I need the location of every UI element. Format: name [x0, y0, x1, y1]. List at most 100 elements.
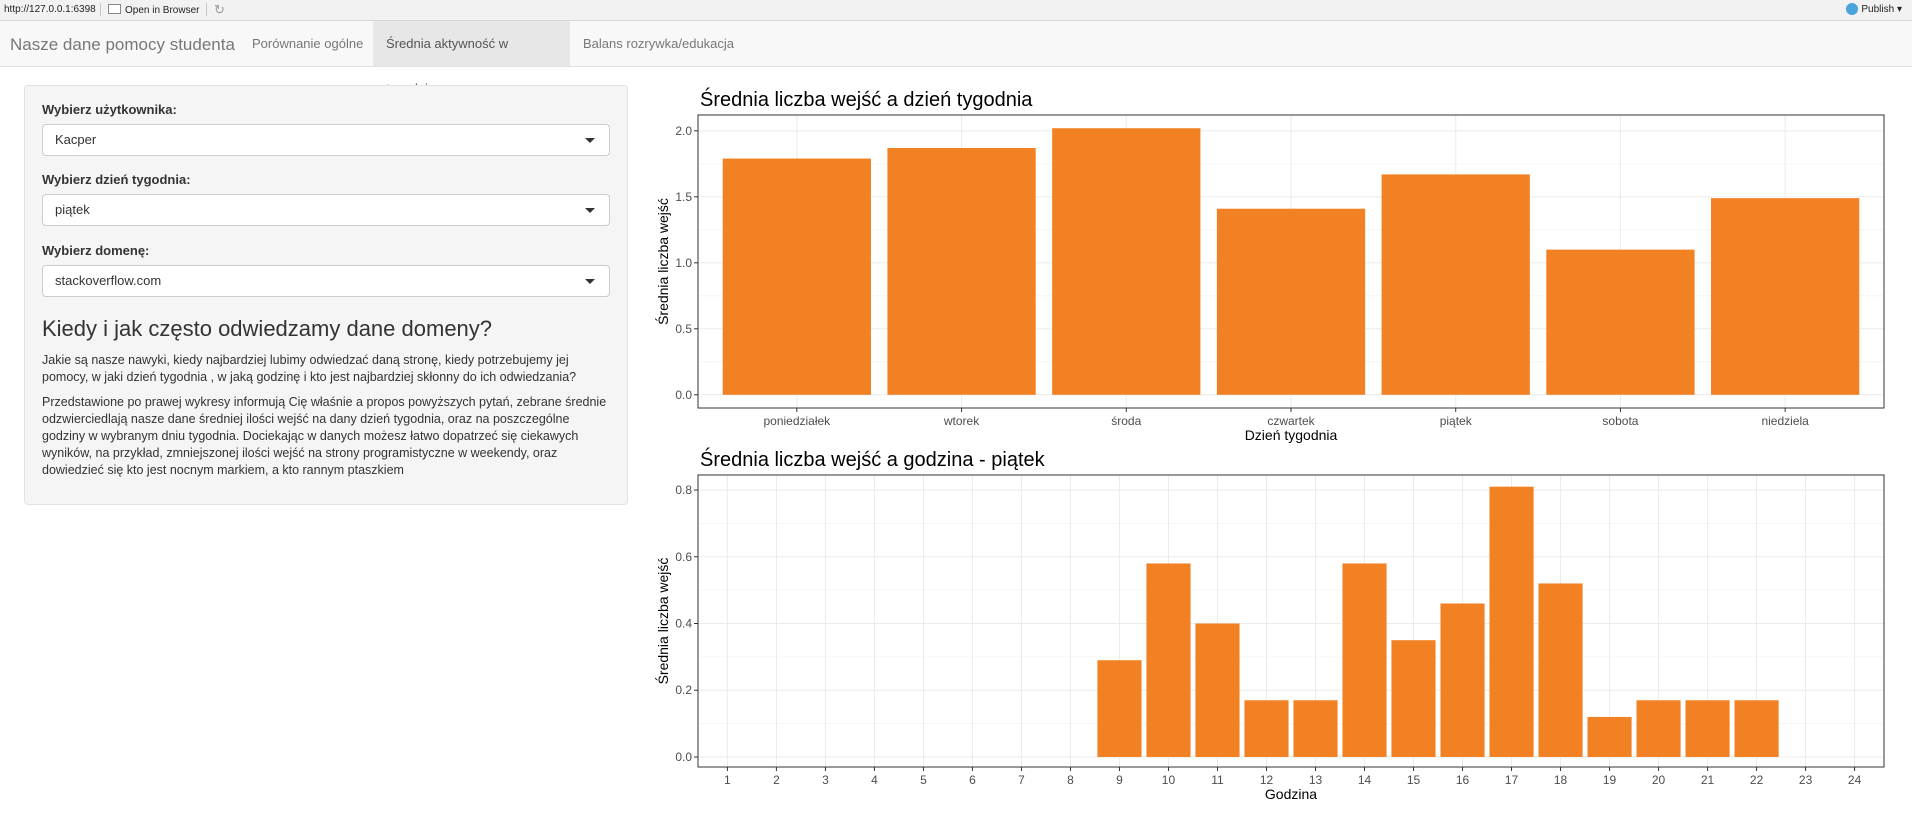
weekday-xtick-label: wtorek	[943, 414, 980, 428]
hourly-xtick-label: 10	[1162, 773, 1176, 787]
domain-select-label: Wybierz domenę:	[42, 243, 150, 258]
domain-select-value: stackoverflow.com	[55, 273, 162, 288]
chevron-down-icon	[585, 138, 595, 143]
toolbar-divider	[206, 3, 207, 16]
toolbar-divider	[100, 3, 101, 16]
hourly-xtick-label: 15	[1407, 773, 1421, 787]
hourly-xtick-label: 22	[1750, 773, 1764, 787]
viewer-toolbar: http://127.0.0.1:6398 Open in Browser ↻ …	[0, 0, 1912, 21]
description-paragraph: Przedstawione po prawej wykresy informuj…	[42, 395, 607, 477]
section-heading: Kiedy i jak często odwiedzamy dane domen…	[42, 316, 493, 341]
hourly-xtick-label: 3	[822, 773, 829, 787]
hourly-bar	[1146, 563, 1191, 757]
hourly-yaxis-title: Średnia liczba wejść	[654, 558, 671, 685]
chevron-down-icon	[585, 279, 595, 284]
tab-porownanie-ogolne[interactable]: Porównanie ogólne	[239, 21, 376, 66]
hourly-chart: Średnia liczba wejść a godzina - piątek 0…	[648, 440, 1912, 812]
weekday-xtick-label: poniedziałek	[763, 414, 831, 428]
weekday-xtick-label: sobota	[1602, 414, 1638, 428]
hourly-bar	[1342, 563, 1387, 757]
hourly-xtick-label: 12	[1260, 773, 1274, 787]
weekday-yaxis-title: Średnia liczba wejść	[654, 198, 671, 325]
open-in-browser-button[interactable]: Open in Browser	[108, 4, 199, 16]
hourly-xaxis-title: Godzina	[1265, 786, 1317, 802]
hourly-xtick-label: 17	[1505, 773, 1519, 787]
hourly-ytick-label: 0.2	[675, 683, 692, 697]
weekday-bar	[1546, 249, 1695, 395]
hourly-bar	[1489, 486, 1534, 757]
hourly-xtick-label: 20	[1652, 773, 1666, 787]
hourly-bar	[1244, 700, 1289, 757]
hourly-bar	[1097, 660, 1142, 757]
user-select-value: Kacper	[55, 132, 97, 147]
navbar: Nasze dane pomocy studenta Porównanie og…	[0, 21, 1912, 96]
hourly-bar	[1538, 583, 1583, 757]
hourly-xtick-label: 9	[1116, 773, 1123, 787]
hourly-bar	[1391, 640, 1436, 757]
hourly-xtick-label: 13	[1309, 773, 1323, 787]
weekday-xtick-label: czwartek	[1267, 414, 1315, 428]
user-select[interactable]: Kacper	[42, 124, 610, 156]
hourly-xtick-label: 11	[1211, 773, 1224, 787]
weekday-bar	[887, 147, 1036, 395]
user-select-label: Wybierz użytkownika:	[42, 102, 177, 117]
chevron-down-icon	[585, 208, 595, 213]
hourly-xtick-label: 1	[724, 773, 731, 787]
domain-select[interactable]: stackoverflow.com	[42, 265, 610, 297]
hourly-bar	[1293, 700, 1338, 757]
hourly-xtick-label: 4	[871, 773, 878, 787]
hourly-ytick-label: 0.6	[675, 550, 692, 564]
publish-button[interactable]: Publish ▾	[1846, 3, 1902, 15]
publish-label: Publish	[1861, 4, 1895, 15]
weekday-chart: Średnia liczba wejść a dzień tygodnia 0.0…	[648, 80, 1912, 445]
app-title: Nasze dane pomocy studenta	[10, 35, 235, 54]
hourly-xtick-label: 23	[1799, 773, 1813, 787]
hourly-bar	[1587, 716, 1632, 757]
tab-srednia-aktywnosc[interactable]: Średnia aktywność w tygodniu	[373, 21, 570, 96]
hourly-xtick-label: 16	[1456, 773, 1470, 787]
hourly-xtick-label: 24	[1848, 773, 1862, 787]
weekday-ytick-label: 1.5	[675, 190, 692, 204]
weekday-title: Średnia liczba wejść a dzień tygodnia	[700, 87, 1033, 111]
weekday-ytick-label: 0.5	[675, 322, 692, 336]
tab-balans-rozrywka-edukacja[interactable]: Balans rozrywka/edukacja	[570, 21, 747, 66]
intro-paragraph: Jakie są nasze nawyki, kiedy najbardziej…	[42, 353, 577, 384]
weekday-xtick-label: niedziela	[1761, 414, 1809, 428]
hourly-xtick-label: 8	[1067, 773, 1074, 787]
refresh-icon[interactable]: ↻	[214, 2, 225, 18]
hourly-xtick-label: 18	[1554, 773, 1568, 787]
hourly-bar	[1636, 700, 1681, 757]
weekday-ytick-label: 0.0	[675, 388, 692, 402]
hourly-xtick-label: 5	[920, 773, 927, 787]
weekday-bar	[1052, 128, 1201, 395]
hourly-bar	[1195, 623, 1240, 757]
weekday-bar	[722, 158, 871, 395]
hourly-xtick-label: 19	[1603, 773, 1617, 787]
weekday-bar	[1216, 208, 1366, 395]
hourly-ytick-label: 0.0	[675, 750, 692, 764]
hourly-ytick-label: 0.8	[675, 483, 692, 497]
day-select[interactable]: piątek	[42, 194, 610, 226]
hourly-chart-svg: Średnia liczba wejść a godzina - piątek 0…	[654, 447, 1885, 802]
hourly-xtick-label: 2	[773, 773, 780, 787]
hourly-bar	[1685, 700, 1730, 757]
hourly-xtick-label: 21	[1701, 773, 1715, 787]
day-select-label: Wybierz dzień tygodnia:	[42, 172, 191, 187]
day-select-value: piątek	[55, 202, 90, 217]
hourly-bar	[1734, 700, 1779, 757]
hourly-xtick-label: 7	[1018, 773, 1025, 787]
weekday-xtick-label: piątek	[1440, 414, 1473, 428]
hourly-xtick-label: 14	[1358, 773, 1372, 787]
hourly-title: Średnia liczba wejść a godzina - piątek	[700, 447, 1046, 471]
publish-icon	[1846, 3, 1859, 15]
weekday-ytick-label: 2.0	[675, 124, 692, 138]
window-icon	[108, 4, 121, 14]
weekday-bar	[1381, 174, 1530, 395]
hourly-xtick-label: 6	[969, 773, 976, 787]
sidebar-panel: Wybierz użytkownika: Kacper Wybierz dzie…	[24, 85, 628, 505]
hourly-bar	[1440, 603, 1485, 757]
weekday-chart-svg: Średnia liczba wejść a dzień tygodnia 0.0…	[654, 87, 1885, 443]
weekday-ytick-label: 1.0	[675, 256, 692, 270]
weekday-bar	[1711, 198, 1860, 395]
open-in-browser-label: Open in Browser	[125, 5, 200, 16]
